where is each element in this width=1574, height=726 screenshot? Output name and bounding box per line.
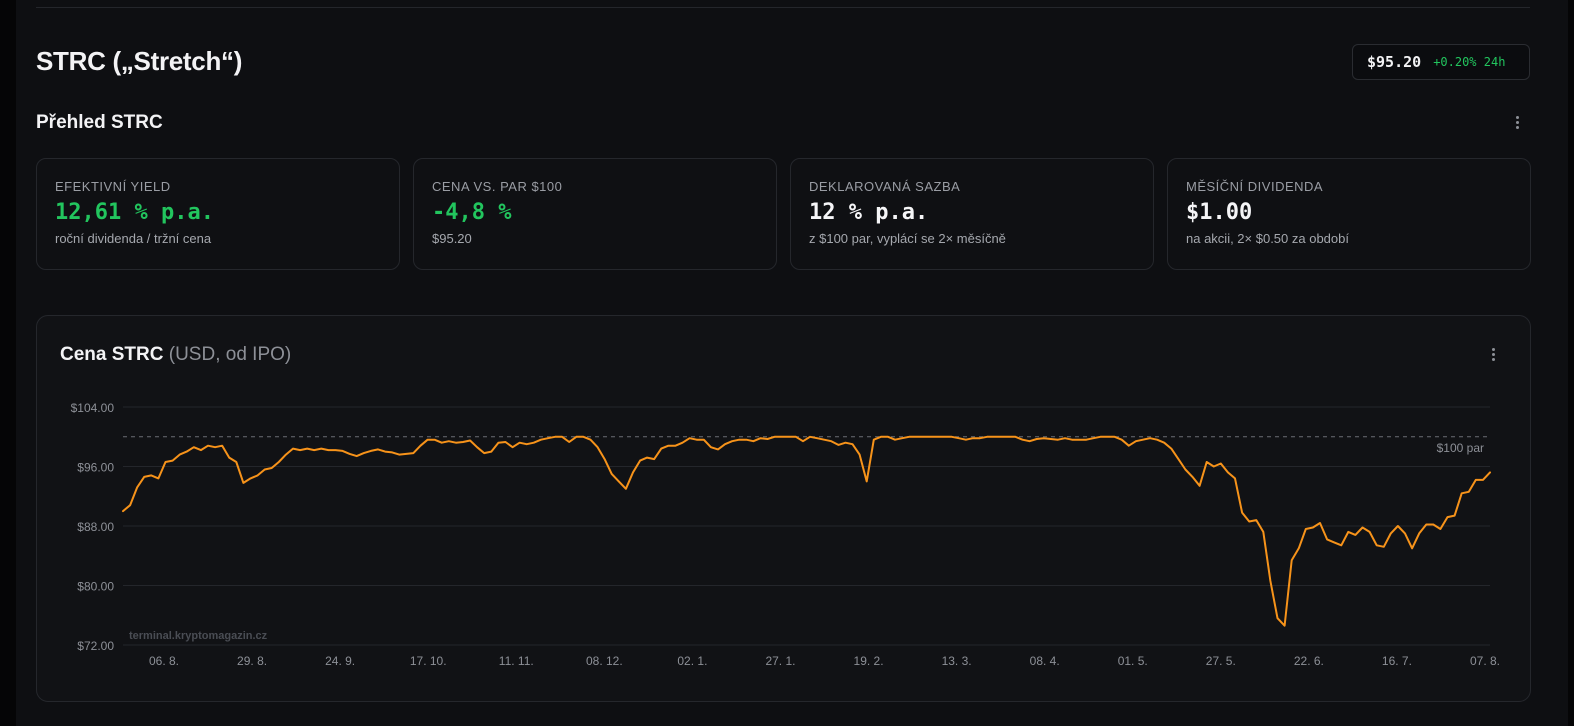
x-tick-label: 22. 6.	[1294, 654, 1324, 668]
x-tick-label: 16. 7.	[1382, 654, 1412, 668]
current-price: $95.20	[1367, 53, 1422, 71]
price-series-line	[122, 435, 1491, 627]
stat-sub: $95.20	[432, 231, 472, 246]
x-tick-label: 27. 5.	[1206, 654, 1236, 668]
y-tick-label: $72.00	[77, 639, 114, 653]
stat-value: 12 % p.a.	[809, 200, 929, 225]
x-tick-label: 19. 2.	[854, 654, 884, 668]
x-tick-label: 06. 8.	[149, 654, 179, 668]
stat-sub: na akcii, 2× $0.50 za období	[1186, 231, 1349, 246]
price-chart: $104.00 $96.00 $88.00 $80.00 $72.00 $100 par t…	[71, 401, 1500, 668]
stat-value: -4,8 %	[432, 200, 512, 225]
stat-sub: z $100 par, vyplácí se 2× měsíčně	[809, 231, 1006, 246]
x-tick-label: 17. 10.	[410, 654, 447, 668]
x-tick-label: 29. 8.	[237, 654, 267, 668]
price-chart-card: Cena STRC (USD, od IPO) $104.00 $96.00 $88…	[36, 315, 1531, 702]
y-tick-label: $80.00	[77, 580, 114, 594]
stat-label: DEKLAROVANÁ SAZBA	[809, 179, 961, 194]
overview-more-icon[interactable]	[1509, 114, 1525, 132]
x-tick-label: 07. 8.	[1470, 654, 1500, 668]
overview-title: Přehled STRC	[36, 112, 163, 133]
y-tick-label: $104.00	[71, 401, 115, 415]
stat-label: CENA VS. PAR $100	[432, 179, 563, 194]
stat-sub: roční dividenda / tržní cena	[55, 231, 212, 246]
stat-card-yield: EFEKTIVNÍ YIELD 12,61 % p.a. roční divid…	[36, 158, 400, 270]
stat-value: $1.00	[1186, 200, 1253, 225]
x-tick-label: 08. 4.	[1030, 654, 1060, 668]
x-tick-label: 27. 1.	[765, 654, 795, 668]
page-title: STRC („Stretch“)	[36, 46, 243, 76]
top-divider	[36, 7, 1530, 8]
price-change: +0.20% 24h	[1433, 55, 1506, 69]
stat-label: EFEKTIVNÍ YIELD	[55, 179, 171, 194]
x-tick-label: 01. 5.	[1118, 654, 1148, 668]
x-tick-label: 08. 12.	[586, 654, 623, 668]
stat-value: 12,61 % p.a.	[55, 200, 214, 225]
x-tick-label: 02. 1.	[677, 654, 707, 668]
stat-card-monthly-dividend: MĚSÍČNÍ DIVIDENDA $1.00 na akcii, 2× $0.…	[1167, 158, 1531, 270]
stat-card-vs-par: CENA VS. PAR $100 -4,8 % $95.20	[413, 158, 777, 270]
stat-card-declared-rate: DEKLAROVANÁ SAZBA 12 % p.a. z $100 par, …	[790, 158, 1154, 270]
par-reference-label: $100 par	[1437, 441, 1484, 455]
price-badge: $95.20 +0.20% 24h	[1352, 44, 1530, 80]
y-tick-label: $96.00	[77, 461, 114, 475]
stat-label: MĚSÍČNÍ DIVIDENDA	[1186, 179, 1324, 194]
y-tick-label: $88.00	[77, 520, 114, 534]
x-tick-label: 11. 11.	[499, 654, 534, 668]
x-tick-label: 13. 3.	[942, 654, 972, 668]
x-tick-label: 24. 9.	[325, 654, 355, 668]
watermark: terminal.kryptomagazin.cz	[129, 630, 268, 642]
